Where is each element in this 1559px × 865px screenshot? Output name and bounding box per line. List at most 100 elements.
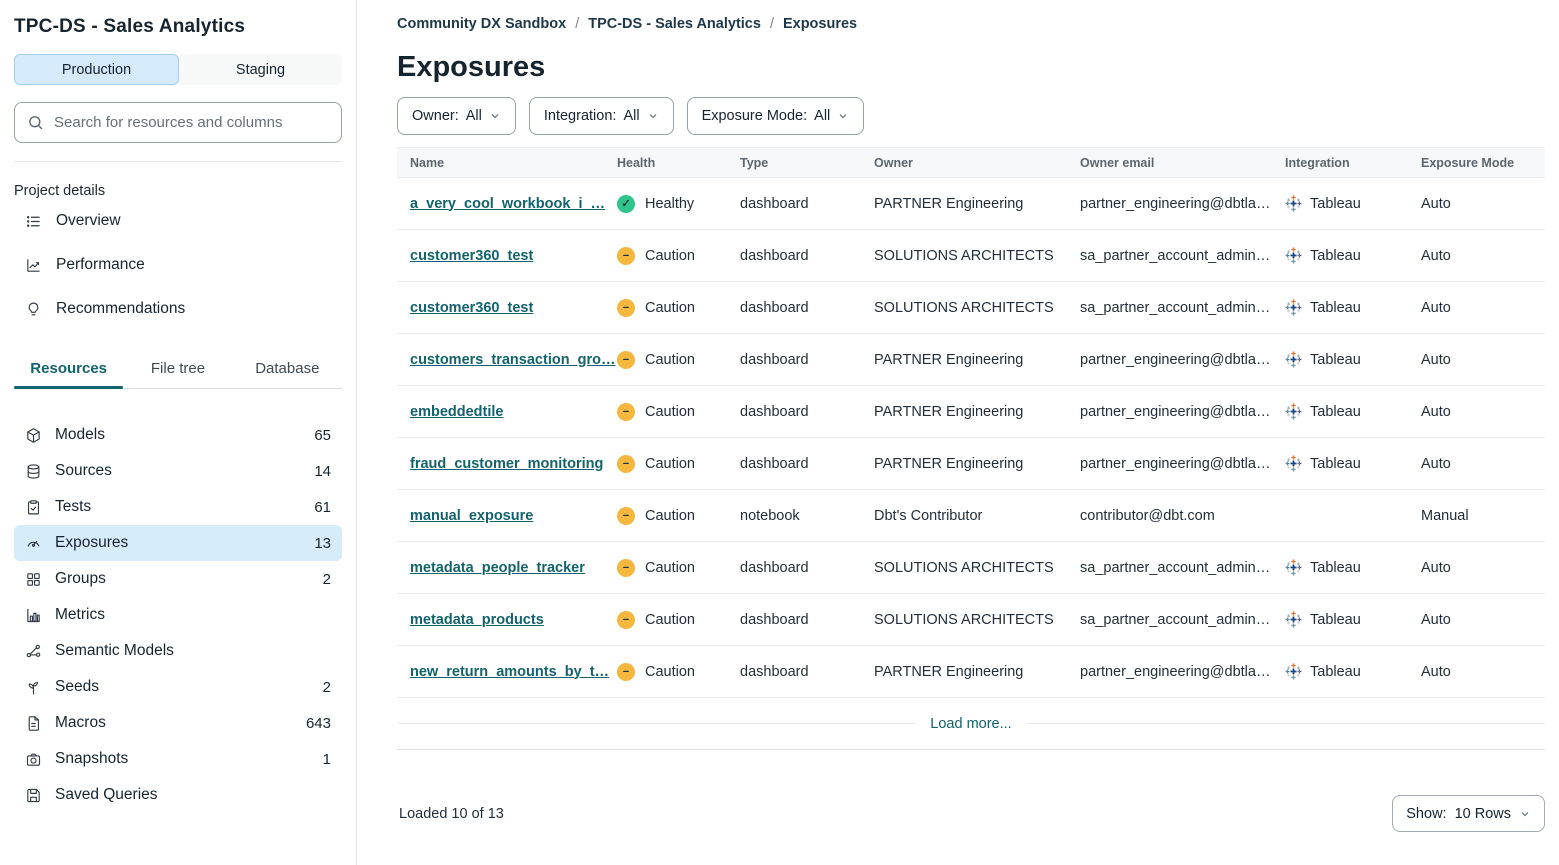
caution-badge-icon: − <box>617 455 635 473</box>
resource-count: 2 <box>323 679 331 696</box>
type-cell: dashboard <box>740 196 874 212</box>
health-cell: −Caution <box>617 663 740 681</box>
sidebar-item-metrics[interactable]: Metrics <box>14 597 342 633</box>
save-icon <box>25 787 42 804</box>
filter-owner[interactable]: Owner: All <box>397 97 516 135</box>
exposure-mode-cell: Auto <box>1421 456 1545 472</box>
breadcrumb-separator: / <box>575 16 579 32</box>
exposure-name-link[interactable]: new_return_amounts_by_t… <box>410 664 617 680</box>
sidebar-item-snapshots[interactable]: Snapshots1 <box>14 741 342 777</box>
sidebar-item-sources[interactable]: Sources14 <box>14 453 342 489</box>
project-title: TPC-DS - Sales Analytics <box>14 16 342 38</box>
tableau-icon <box>1285 299 1302 316</box>
exposure-name-link[interactable]: embeddedtile <box>410 404 617 420</box>
chevron-down-icon <box>837 110 849 122</box>
owner-cell: SOLUTIONS ARCHITECTS <box>874 248 1080 264</box>
sidebar-item-semantic-models[interactable]: Semantic Models <box>14 633 342 669</box>
database-icon <box>25 463 42 480</box>
tab-database[interactable]: Database <box>233 360 342 388</box>
sidebar-item-macros[interactable]: Macros643 <box>14 705 342 741</box>
loaded-count: Loaded 10 of 13 <box>397 806 504 822</box>
load-more-link[interactable]: Load more... <box>930 716 1011 732</box>
search-input[interactable] <box>54 114 329 131</box>
exposure-name-link[interactable]: metadata_products <box>410 612 617 628</box>
resource-count: 13 <box>314 535 331 552</box>
owner-email-cell: partner_engineering@dbtla… <box>1080 404 1285 420</box>
filter-integration[interactable]: Integration: All <box>529 97 674 135</box>
type-cell: dashboard <box>740 560 874 576</box>
caution-badge-icon: − <box>617 247 635 265</box>
type-cell: dashboard <box>740 612 874 628</box>
exposure-mode-cell: Auto <box>1421 300 1545 316</box>
tab-file-tree[interactable]: File tree <box>123 360 232 388</box>
sidebar-item-recommendations[interactable]: Recommendations <box>14 287 342 331</box>
sidebar-item-performance[interactable]: Performance <box>14 243 342 287</box>
health-cell: ✓Healthy <box>617 195 740 213</box>
sidebar-item-overview[interactable]: Overview <box>14 199 342 243</box>
owner-cell: PARTNER Engineering <box>874 456 1080 472</box>
sidebar-item-groups[interactable]: Groups2 <box>14 561 342 597</box>
type-cell: dashboard <box>740 300 874 316</box>
breadcrumb-separator: / <box>770 16 774 32</box>
breadcrumb-account[interactable]: Community DX Sandbox <box>397 16 566 32</box>
tab-production[interactable]: Production <box>14 54 179 85</box>
table-body: a_very_cool_workbook_i_…✓Healthydashboar… <box>397 178 1545 698</box>
owner-cell: PARTNER Engineering <box>874 664 1080 680</box>
exposure-name-link[interactable]: fraud_customer_monitoring <box>410 456 617 472</box>
gauge-icon <box>25 535 42 552</box>
lightbulb-icon <box>25 301 42 318</box>
search-input-container[interactable] <box>14 102 342 143</box>
exposure-mode-cell: Auto <box>1421 404 1545 420</box>
health-cell: −Caution <box>617 455 740 473</box>
environment-toggle: Production Staging <box>14 54 342 85</box>
sidebar-item-exposures[interactable]: Exposures13 <box>14 525 342 561</box>
show-rows-select[interactable]: Show: 10 Rows <box>1392 795 1545 832</box>
tableau-icon <box>1285 559 1302 576</box>
owner-cell: SOLUTIONS ARCHITECTS <box>874 300 1080 316</box>
resource-count: 14 <box>314 463 331 480</box>
filter-exposure-mode[interactable]: Exposure Mode: All <box>687 97 865 135</box>
exposure-name-link[interactable]: customer360_test <box>410 300 617 316</box>
sprout-icon <box>25 679 42 696</box>
exposure-name-link[interactable]: metadata_people_tracker <box>410 560 617 576</box>
tableau-icon <box>1285 195 1302 212</box>
resource-count: 2 <box>323 571 331 588</box>
sidebar: TPC-DS - Sales Analytics Production Stag… <box>0 0 357 865</box>
exposure-name-link[interactable]: manual_exposure <box>410 508 617 524</box>
tab-staging[interactable]: Staging <box>179 54 342 85</box>
exposure-mode-cell: Auto <box>1421 612 1545 628</box>
load-more-row: Load more... <box>397 698 1545 749</box>
tab-resources[interactable]: Resources <box>14 360 123 388</box>
grid-icon <box>25 571 42 588</box>
cube-icon <box>25 427 42 444</box>
owner-email-cell: partner_engineering@dbtla… <box>1080 456 1285 472</box>
breadcrumb-current: Exposures <box>783 16 857 32</box>
sidebar-item-models[interactable]: Models65 <box>14 417 342 453</box>
sidebar-item-seeds[interactable]: Seeds2 <box>14 669 342 705</box>
column-owner-email: Owner email <box>1080 156 1285 170</box>
column-name: Name <box>410 156 617 170</box>
exposure-name-link[interactable]: a_very_cool_workbook_i_… <box>410 196 617 212</box>
exposure-name-link[interactable]: customer360_test <box>410 248 617 264</box>
table-row: customer360_test−CautiondashboardSOLUTIO… <box>397 230 1545 282</box>
breadcrumb-project[interactable]: TPC-DS - Sales Analytics <box>588 16 761 32</box>
type-cell: notebook <box>740 508 874 524</box>
column-type: Type <box>740 156 874 170</box>
owner-email-cell: contributor@dbt.com <box>1080 508 1285 524</box>
table-row: manual_exposure−CautionnotebookDbt's Con… <box>397 490 1545 542</box>
integration-cell: Tableau <box>1285 403 1421 420</box>
resource-count: 61 <box>314 499 331 516</box>
tableau-icon <box>1285 247 1302 264</box>
owner-email-cell: sa_partner_account_admin… <box>1080 248 1285 264</box>
sidebar-item-saved-queries[interactable]: Saved Queries <box>14 777 342 813</box>
performance-icon <box>25 257 42 274</box>
type-cell: dashboard <box>740 664 874 680</box>
sidebar-item-tests[interactable]: Tests61 <box>14 489 342 525</box>
caution-badge-icon: − <box>617 299 635 317</box>
owner-email-cell: sa_partner_account_admin… <box>1080 612 1285 628</box>
column-health: Health <box>617 156 740 170</box>
exposure-name-link[interactable]: customers_transaction_gro… <box>410 352 617 368</box>
bar-chart-icon <box>25 607 42 624</box>
exposures-table: Name Health Type Owner Owner email Integ… <box>397 147 1545 750</box>
project-details-label: Project details <box>14 183 342 199</box>
